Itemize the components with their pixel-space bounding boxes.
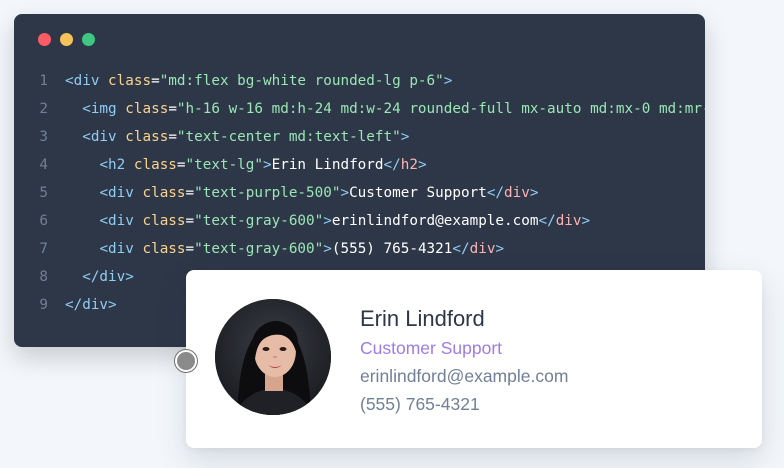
code-text: <img class="h-16 w-16 md:h-24 md:w-24 ro… bbox=[82, 101, 705, 117]
line-number: 2 bbox=[39, 101, 48, 117]
code-text: <div class="md:flex bg-white rounded-lg … bbox=[65, 73, 453, 89]
code-text: <div class="text-gray-600">erinlindford@… bbox=[99, 213, 591, 229]
line-number: 6 bbox=[39, 213, 48, 229]
code-line: 3 <div class="text-center md:text-left"> bbox=[14, 123, 705, 151]
code-line: 7 <div class="text-gray-600">(555) 765-4… bbox=[14, 235, 705, 263]
maximize-dot-icon[interactable] bbox=[82, 33, 95, 46]
minimize-dot-icon[interactable] bbox=[60, 33, 73, 46]
code-line: 2 <img class="h-16 w-16 md:h-24 md:w-24 … bbox=[14, 95, 705, 123]
code-text: </div> bbox=[65, 297, 117, 313]
code-text: <div class="text-center md:text-left"> bbox=[82, 129, 410, 145]
resize-handle[interactable] bbox=[175, 350, 197, 372]
close-dot-icon[interactable] bbox=[38, 33, 51, 46]
avatar bbox=[215, 299, 331, 415]
line-number: 9 bbox=[39, 297, 48, 313]
code-text: </div> bbox=[82, 269, 134, 285]
profile-name: Erin Lindford bbox=[360, 306, 485, 331]
profile-phone: (555) 765-4321 bbox=[360, 394, 480, 414]
code-text: <div class="text-gray-600">(555) 765-432… bbox=[99, 241, 505, 257]
code-line: 4 <h2 class="text-lg">Erin Lindford</h2> bbox=[14, 151, 705, 179]
profile-info: Erin Lindford Customer Support erinlindf… bbox=[360, 304, 568, 418]
line-number: 7 bbox=[39, 241, 48, 257]
code-line: 1 <div class="md:flex bg-white rounded-lg… bbox=[14, 67, 705, 95]
profile-role: Customer Support bbox=[360, 338, 503, 358]
code-text: <h2 class="text-lg">Erin Lindford</h2> bbox=[99, 157, 427, 173]
line-number: 3 bbox=[39, 129, 48, 145]
window-controls bbox=[38, 33, 95, 46]
line-number: 4 bbox=[39, 157, 48, 173]
avatar-photo bbox=[215, 299, 331, 415]
profile-card: Erin Lindford Customer Support erinlindf… bbox=[186, 270, 762, 448]
line-number: 5 bbox=[39, 185, 48, 201]
profile-email: erinlindford@example.com bbox=[360, 366, 569, 386]
line-number: 8 bbox=[39, 269, 48, 285]
code-line: 6 <div class="text-gray-600">erinlindfor… bbox=[14, 207, 705, 235]
code-text: <div class="text-purple-500">Customer Su… bbox=[99, 185, 539, 201]
line-number: 1 bbox=[39, 73, 48, 89]
code-line: 5 <div class="text-purple-500">Customer … bbox=[14, 179, 705, 207]
